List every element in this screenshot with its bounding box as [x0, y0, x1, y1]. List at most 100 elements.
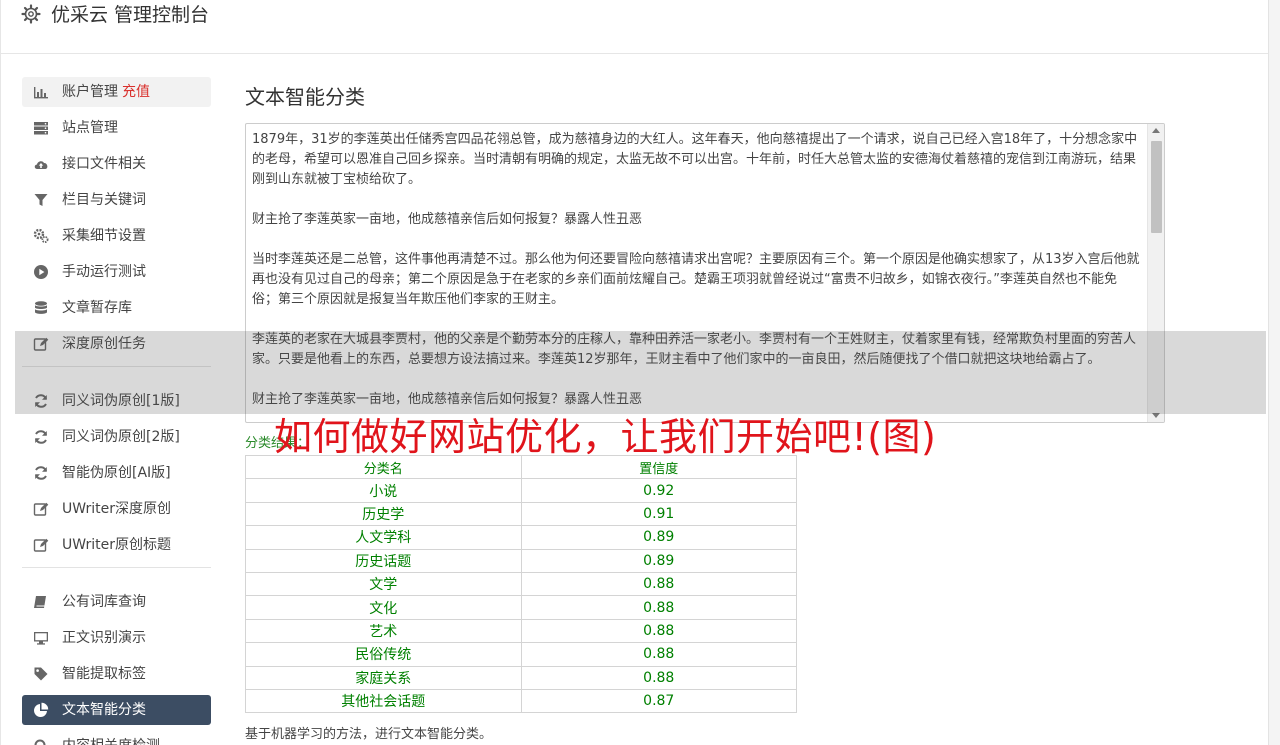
sidebar-item-text: UWriter深度原创 — [62, 501, 171, 517]
confidence-cell: 0.89 — [520, 548, 797, 573]
category-cell: 人文学科 — [245, 525, 522, 550]
sidebar-item-text: 采集细节设置 — [62, 228, 146, 244]
article-paragraph: 当时李莲英还是二总管，这件事他再清楚不过。那么他为何还要冒险向慈禧请求出宫呢？主… — [252, 252, 1140, 307]
category-cell: 其他社会话题 — [245, 688, 522, 714]
article-paragraph: 1879年，31岁的李莲英出任储秀宫四品花翎总管，成为慈禧身边的大红人。这年春天… — [252, 132, 1138, 187]
table-row: 艺术 0.88 — [245, 618, 797, 644]
article-paragraph: 财主抢了李莲英家一亩地，他成慈禧亲信后如何报复？暴露人性丑恶 — [252, 212, 643, 227]
sidebar-item-label: UWriter原创标题 — [62, 530, 171, 560]
pie-chart-icon — [34, 702, 49, 717]
sidebar-item-text: UWriter原创标题 — [62, 537, 171, 553]
sidebar-item-text: 手动运行测试 — [62, 264, 146, 280]
confidence-cell: 0.88 — [520, 571, 797, 597]
sidebar-item-text: 站点管理 — [62, 120, 118, 136]
page-title: 文本智能分类 — [245, 85, 365, 109]
category-cell: 家庭关系 — [245, 665, 522, 690]
watermark-overlay — [15, 331, 1266, 414]
filter-icon — [34, 194, 48, 206]
sidebar-item[interactable]: 账户管理 充值 — [22, 77, 211, 107]
table-row: 历史学 0.91 — [245, 501, 797, 527]
category-cell: 历史学 — [245, 501, 522, 527]
tag-icon — [34, 667, 48, 681]
confidence-cell: 0.89 — [520, 525, 797, 550]
refresh-icon — [35, 430, 47, 444]
app-title: 优采云 管理控制台 — [51, 4, 210, 26]
bar-chart-icon — [34, 87, 48, 99]
search-icon — [34, 739, 46, 745]
sidebar-item-text: 智能提取标签 — [62, 666, 146, 682]
confidence-cell: 0.88 — [520, 665, 797, 690]
sidebar-item-label: 内容相关度检测 — [62, 731, 160, 745]
confidence-cell: 0.87 — [520, 688, 797, 714]
sidebar-item-label: 文章暂存库 — [62, 293, 132, 323]
table-row: 小说 0.92 — [245, 478, 797, 503]
table-row: 人文学科 0.89 — [245, 525, 797, 550]
confidence-cell: 0.88 — [520, 642, 797, 667]
scroll-up-arrow-icon[interactable] — [1152, 128, 1160, 133]
sidebar-item-label: 站点管理 — [62, 113, 118, 143]
sidebar-item-label: 接口文件相关 — [62, 149, 146, 179]
description-text: 基于机器学习的方法，进行文本智能分类。 — [245, 727, 493, 742]
gear-icon[interactable] — [21, 4, 41, 24]
table-row: 家庭关系 0.88 — [245, 665, 797, 690]
sidebar-item[interactable]: 内容相关度检测 — [22, 731, 211, 745]
sidebar-item[interactable]: 同义词伪原创[2版] — [22, 422, 211, 452]
sidebar-item-label: 栏目与关键词 — [62, 185, 146, 215]
sidebar-item[interactable]: 智能伪原创[AI版] — [22, 458, 211, 488]
sidebar-item[interactable]: 接口文件相关 — [22, 149, 211, 179]
sidebar-item-label: 账户管理 充值 — [62, 77, 150, 107]
play-circle-icon — [34, 265, 48, 279]
table-row: 文化 0.88 — [245, 595, 797, 620]
table-row: 历史话题 0.89 — [245, 548, 797, 573]
edit-icon — [33, 502, 49, 516]
confidence-cell: 0.88 — [520, 618, 797, 644]
category-cell: 艺术 — [245, 618, 522, 644]
monitor-icon — [34, 632, 48, 645]
cloud-upload-icon — [34, 161, 48, 169]
book-icon — [34, 596, 46, 608]
category-cell: 文学 — [245, 571, 522, 597]
category-cell: 民俗传统 — [245, 642, 522, 667]
category-cell: 文化 — [245, 595, 522, 620]
gears-icon — [33, 228, 49, 243]
category-cell: 历史话题 — [245, 548, 522, 573]
refresh-icon — [35, 466, 47, 480]
sidebar-item[interactable]: 正文识别演示 — [22, 623, 211, 653]
sidebar-item[interactable]: 栏目与关键词 — [22, 185, 211, 215]
sidebar-item-label: 正文识别演示 — [62, 623, 146, 653]
sidebar-item-label: 文本智能分类 — [62, 695, 146, 725]
sidebar-item-text: 正文识别演示 — [62, 630, 146, 646]
confidence-cell: 0.92 — [520, 478, 797, 503]
sidebar-divider — [22, 567, 211, 568]
recharge-link[interactable]: 充值 — [122, 84, 150, 100]
table-row: 文学 0.88 — [245, 571, 797, 597]
page-scrollbar[interactable] — [1268, 0, 1280, 745]
sidebar-item[interactable]: 站点管理 — [22, 113, 211, 143]
category-cell: 小说 — [245, 478, 522, 503]
sidebar-item-text: 智能伪原创[AI版] — [62, 465, 171, 481]
sidebar-item[interactable]: UWriter原创标题 — [22, 530, 211, 560]
sidebar-item[interactable]: 智能提取标签 — [22, 659, 211, 689]
sidebar-item[interactable]: 文本智能分类 — [22, 695, 211, 725]
confidence-cell: 0.91 — [520, 501, 797, 527]
sidebar-item[interactable]: 文章暂存库 — [22, 293, 211, 323]
classification-table: 分类名 置信度 小说 0.92 历史学 0.91 人文学科 0.89 历史话题 0.89 文学 0… — [245, 454, 797, 714]
sidebar-item-text: 账户管理 — [62, 84, 118, 100]
confidence-cell: 0.88 — [520, 595, 797, 620]
sidebar-item[interactable]: 采集细节设置 — [22, 221, 211, 251]
sidebar-item-text: 栏目与关键词 — [62, 192, 146, 208]
sidebar-item-label: 同义词伪原创[2版] — [62, 422, 180, 452]
sidebar-item-text: 内容相关度检测 — [62, 738, 160, 745]
scroll-thumb[interactable] — [1151, 141, 1162, 233]
sidebar-item-text: 接口文件相关 — [62, 156, 146, 172]
sidebar-item[interactable]: UWriter深度原创 — [22, 494, 211, 524]
edit-icon — [33, 538, 49, 552]
sidebar-item[interactable]: 手动运行测试 — [22, 257, 211, 287]
top-header: 优采云 管理控制台 — [0, 0, 1268, 54]
sidebar-item-text: 公有词库查询 — [62, 594, 146, 610]
sidebar-item-label: 公有词库查询 — [62, 587, 146, 617]
sidebar-item[interactable]: 公有词库查询 — [22, 587, 211, 617]
